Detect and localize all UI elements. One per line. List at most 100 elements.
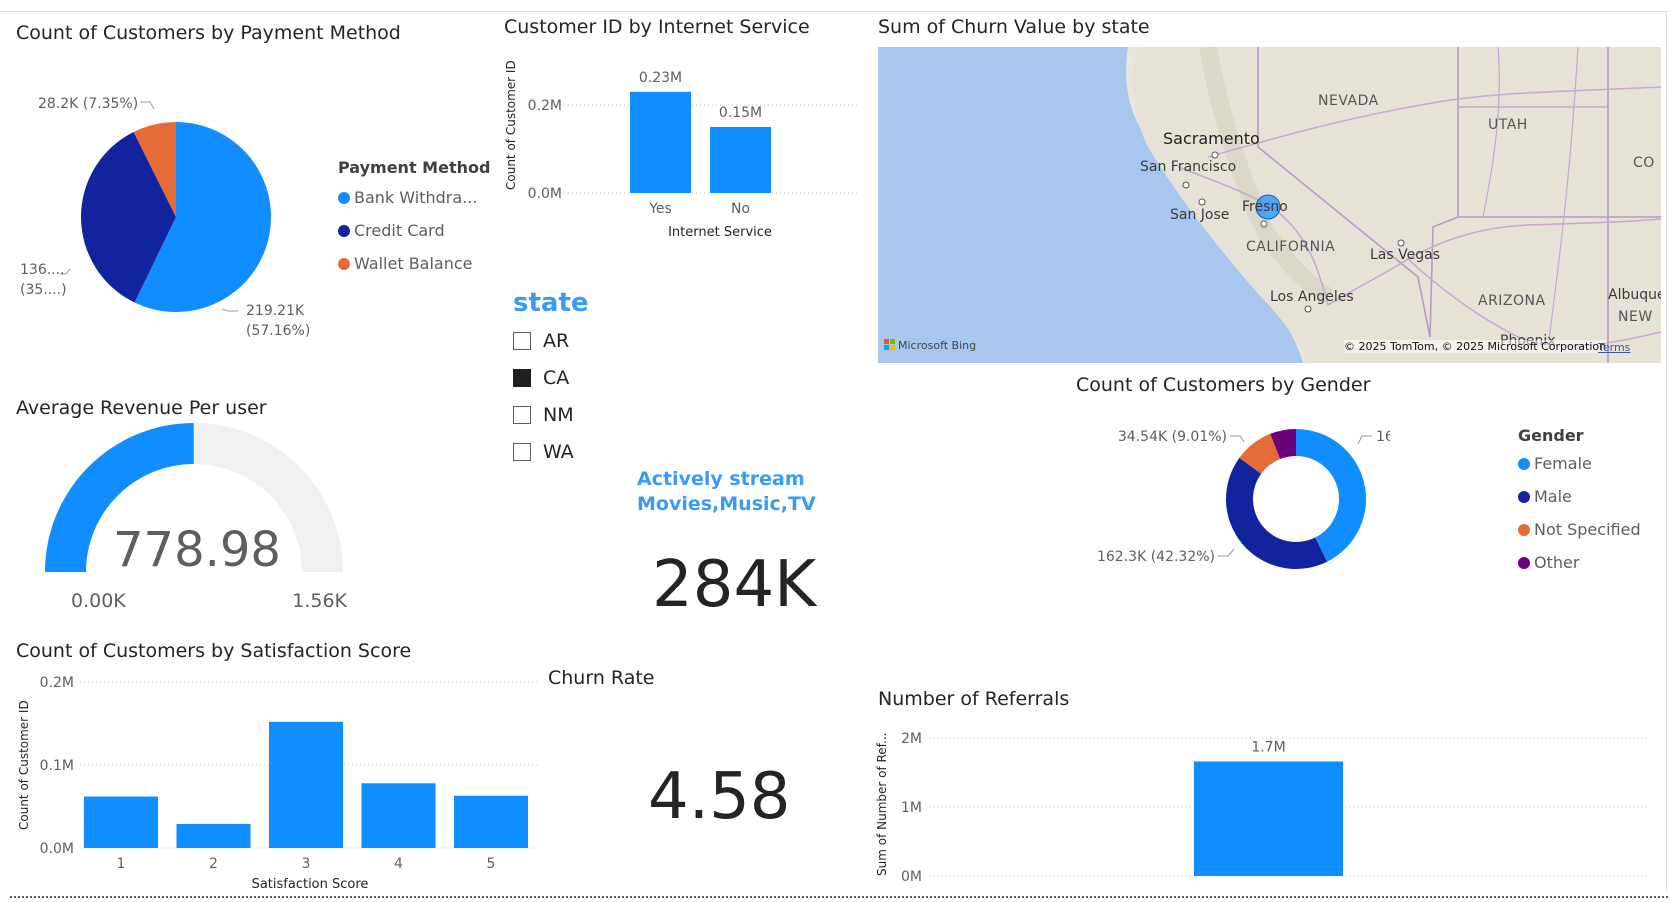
bing-logo-icon [884,345,889,350]
legend-dot [338,224,350,237]
legend-item-bank[interactable]: Bank Withdra... [338,181,490,214]
legend-label: Male [1534,487,1572,506]
gender-legend-title: Gender [1518,426,1584,445]
gender-legend: Gender Female Male Not Specified Other [1518,426,1641,579]
gauge-max: 1.56K [292,590,347,612]
satisfaction-bar-3[interactable] [361,783,436,848]
right-border [1666,11,1667,891]
pie-label-credit-b: (35....) [20,282,67,298]
bottom-border [10,896,1668,898]
map-label: NEW [1618,309,1653,325]
satisfaction-x-tick: 5 [487,856,496,872]
leader-line [1218,548,1235,557]
internet-bar-1[interactable] [710,127,771,193]
legend-item-wallet[interactable]: Wallet Balance [338,247,490,280]
map-label: Sacramento [1163,129,1260,148]
payment-legend-title: Payment Method [338,158,491,177]
donut-label-male: 162.3K (42.32%) [1097,549,1215,565]
map-label: Albuque [1608,287,1661,303]
legend-item-credit[interactable]: Credit Card [338,214,490,247]
satisfaction-bar-2[interactable] [269,721,343,848]
donut-label-female: 163.6K (42.66%) [1376,429,1390,445]
y-tick: 0.2M [40,675,74,691]
checkbox[interactable] [513,332,531,350]
legend-label: Bank Withdra... [354,188,478,207]
map-canvas[interactable]: NEVADA UTAH Sacramento San Francisco San… [878,47,1661,363]
legend-item-male[interactable]: Male [1518,480,1641,513]
payment-title: Count of Customers by Payment Method [16,22,401,44]
map-copyright: © 2025 TomTom, © 2025 Microsoft Corporat… [1344,340,1607,353]
slicer-label: NM [543,404,574,426]
map-terms-link[interactable]: Terms [1598,341,1630,354]
slicer-label: WA [543,441,574,463]
y-tick: 0.2M [528,98,562,114]
legend-label: Not Specified [1534,520,1641,539]
map-label: UTAH [1488,117,1528,133]
arpu-title: Average Revenue Per user [16,397,267,419]
slicer-title: state [513,288,589,318]
slicer-item-nm[interactable]: NM [513,404,574,426]
pie-label-bank-a: 219.21K [246,303,305,319]
stream-title: Actively stream Movies,Music,TV [637,467,816,517]
leader-line [140,101,155,110]
map-title: Sum of Churn Value by state [878,16,1150,38]
internet-bar-chart[interactable]: 0.2M 0.0M Count of Customer ID Yes 0.23M N… [500,50,870,250]
city-dot [1397,239,1405,247]
pie-label-wallet: 28.2K (7.35%) [38,96,138,112]
city-dot [1211,151,1219,159]
y-tick: 0M [901,869,922,885]
stream-value: 284K [652,548,817,622]
satisfaction-x-tick: 1 [117,856,126,872]
y-tick: 0.0M [40,841,74,857]
bing-logo-icon [890,345,895,350]
churn-title: Churn Rate [548,667,655,689]
y-tick: 1M [901,800,922,816]
gender-donut-chart[interactable]: 34.54K (9.01%) 163.6K (42.66%) 162.3K (4… [1090,410,1390,590]
satisfaction-bar-1[interactable] [176,823,251,848]
gauge-min: 0.00K [71,590,126,612]
satisfaction-bar-4[interactable] [454,795,528,848]
x-axis-label: Satisfaction Score [252,877,369,892]
legend-item-notspec[interactable]: Not Specified [1518,513,1641,546]
satisfaction-bar-0[interactable] [84,796,158,848]
satisfaction-title: Count of Customers by Satisfaction Score [16,640,412,662]
arpu-gauge[interactable]: 778.98 0.00K 1.56K [30,420,370,620]
y-tick: 0.1M [40,758,74,774]
bing-logo-icon [884,339,889,344]
bing-logo-icon [890,339,895,344]
map-label: Las Vegas [1370,247,1440,263]
slicer-item-wa[interactable]: WA [513,441,574,463]
map-label: San Jose [1170,207,1230,223]
slicer-label: CA [543,367,570,389]
checkbox[interactable] [513,369,531,387]
internet-x-tick: No [731,201,750,217]
referrals-bar-0[interactable] [1194,761,1343,876]
gender-slice-1[interactable] [1226,457,1328,569]
slicer-item-ca[interactable]: CA [513,367,569,389]
satisfaction-bar-chart[interactable]: 0.2M 0.1M 0.0M Count of Customer ID 1 2 3 4… [0,670,550,895]
legend-dot [338,191,350,204]
city-dot [1260,220,1268,228]
payment-legend: Payment Method Bank Withdra... Credit Ca… [338,158,490,280]
legend-item-other[interactable]: Other [1518,546,1641,579]
leader-line [1230,435,1245,443]
checkbox[interactable] [513,443,531,461]
checkbox[interactable] [513,406,531,424]
pie-label-bank-b: (57.16%) [246,323,310,339]
top-border [0,11,1668,12]
legend-dot [1518,457,1530,470]
internet-bar-0[interactable] [630,91,691,193]
legend-label: Female [1534,454,1592,473]
pie-label-credit-a: 136.... [20,262,65,278]
donut-label-notspec: 34.54K (9.01%) [1118,429,1227,445]
satisfaction-x-tick: 3 [302,856,311,872]
leader-line [1357,435,1372,445]
legend-label: Wallet Balance [354,254,473,273]
legend-dot [1518,490,1530,503]
city-dot [1198,198,1206,206]
slicer-item-ar[interactable]: AR [513,330,569,352]
legend-dot [338,257,350,270]
legend-item-female[interactable]: Female [1518,447,1641,480]
referrals-bar-chart[interactable]: 2M 1M 0M Sum of Number of Ref... 1.7M [870,720,1660,895]
legend-dot [1518,556,1530,569]
